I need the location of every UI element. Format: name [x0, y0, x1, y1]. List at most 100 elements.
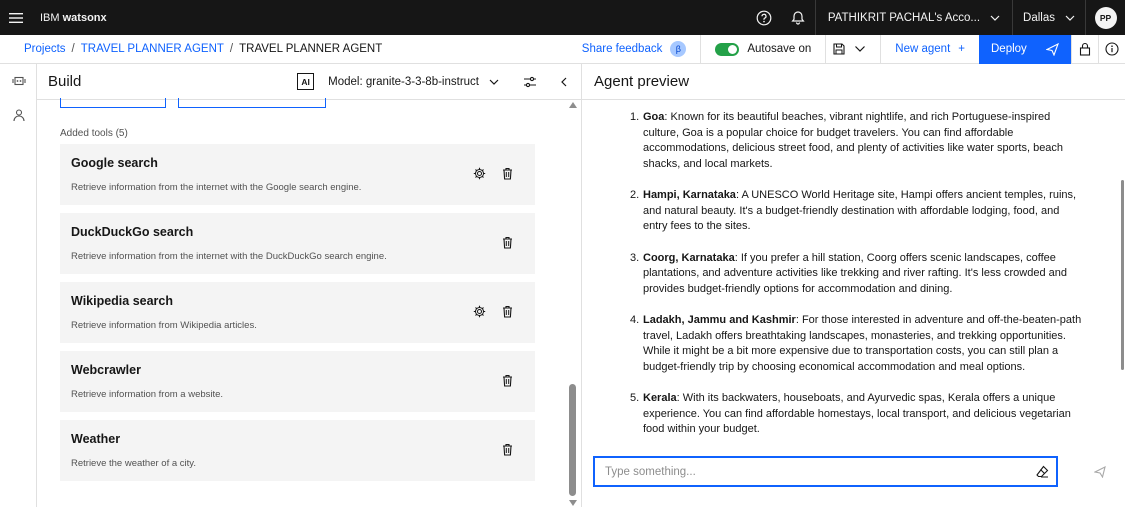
account-switcher[interactable]: PATHIKRIT PACHAL's Acco... [814, 0, 1012, 35]
list-number: 4. [630, 314, 640, 326]
chevron-down-icon [489, 79, 499, 85]
breadcrumb-projects[interactable]: Projects [24, 43, 66, 55]
sliders-icon[interactable] [513, 64, 547, 100]
project-toolbar: Projects / TRAVEL PLANNER AGENT / TRAVEL… [0, 34, 1125, 64]
share-feedback-label: Share feedback [581, 43, 663, 55]
send-icon [1046, 42, 1059, 56]
chat-scrollbar[interactable] [1119, 100, 1125, 452]
trash-icon[interactable] [499, 303, 515, 319]
deploy-button[interactable]: Deploy [979, 34, 1071, 64]
agent-config-icon[interactable] [0, 64, 37, 98]
tool-description: Retrieve information from the internet w… [71, 182, 362, 193]
scroll-down-arrow[interactable] [569, 500, 577, 506]
beta-badge: β [670, 41, 687, 57]
user-menu[interactable]: PP [1085, 0, 1125, 35]
product-logo[interactable]: IBM watsonx [40, 12, 107, 24]
tool-description: Retrieve information from Wikipedia arti… [71, 320, 257, 331]
scrollbar-thumb[interactable] [569, 384, 576, 496]
list-item: 1. Goa: Known for its beautiful beaches,… [630, 110, 1083, 172]
save-icon[interactable] [832, 42, 846, 56]
build-body: Added tools (5) Google search Retrieve i… [37, 98, 581, 507]
eraser-icon[interactable] [1028, 458, 1056, 485]
account-name: PATHIKRIT PACHAL's Acco... [827, 11, 981, 24]
gear-icon[interactable] [471, 165, 487, 181]
build-scrollbar[interactable] [567, 100, 581, 507]
info-icon[interactable] [1098, 34, 1125, 64]
top-navigation-bar: IBM watsonx PATHIKRIT PACHAL's Acco... D… [0, 0, 1125, 35]
model-selector[interactable]: Model: granite-3-3-8b-instruct [328, 76, 513, 88]
region-name: Dallas [1023, 11, 1055, 24]
tool-description: Retrieve information from the internet w… [71, 251, 387, 262]
tool-description: Retrieve information from a website. [71, 389, 224, 400]
chat-composer [593, 456, 1058, 487]
bell-icon[interactable] [781, 0, 815, 35]
trash-icon[interactable] [499, 372, 515, 388]
tool-card-webcrawler[interactable]: Webcrawler Retrieve information from a w… [60, 351, 535, 412]
tool-name: DuckDuckGo search [71, 225, 194, 239]
chevron-down-icon[interactable] [854, 45, 866, 53]
left-rail [0, 64, 37, 507]
deploy-label: Deploy [991, 43, 1027, 55]
tool-card-google-search[interactable]: Google search Retrieve information from … [60, 144, 535, 205]
scroll-up-arrow[interactable] [569, 102, 577, 108]
breadcrumb: Projects / TRAVEL PLANNER AGENT / TRAVEL… [0, 43, 382, 55]
chevron-left-icon[interactable] [547, 64, 581, 100]
tool-name: Webcrawler [71, 363, 141, 377]
ai-badge: AI [297, 73, 315, 90]
tool-card-weather[interactable]: Weather Retrieve the weather of a city. [60, 420, 535, 481]
list-number: 2. [630, 189, 640, 201]
trash-icon[interactable] [499, 234, 515, 250]
breadcrumb-project[interactable]: TRAVEL PLANNER AGENT [81, 43, 224, 55]
tool-name: Weather [71, 432, 121, 446]
destination-name: Ladakh, Jammu and Kashmir [643, 314, 796, 326]
destination-description: : With its backwaters, houseboats, and A… [643, 392, 1071, 435]
chevron-down-icon [990, 15, 1000, 21]
breadcrumb-separator: / [229, 43, 234, 55]
brand-product: watsonx [62, 11, 107, 24]
preview-title: Agent preview [582, 64, 1125, 100]
tool-name: Wikipedia search [71, 294, 174, 308]
chevron-down-icon [1065, 15, 1075, 21]
toggle-switch[interactable] [715, 42, 740, 56]
trash-icon[interactable] [499, 165, 515, 181]
trash-icon[interactable] [499, 441, 515, 457]
send-icon[interactable] [1088, 459, 1112, 485]
agent-response-list: 1. Goa: Known for its beautiful beaches,… [630, 110, 1083, 452]
help-icon[interactable] [747, 0, 781, 35]
hamburger-menu-icon[interactable] [0, 0, 32, 35]
build-panel: Build AI Model: granite-3-3-8b-instruct … [37, 64, 582, 507]
tool-card-duckduckgo-search[interactable]: DuckDuckGo search Retrieve information f… [60, 213, 535, 274]
list-item: 5. Kerala: With its backwaters, houseboa… [630, 391, 1083, 438]
new-agent-button[interactable]: New agent + [880, 34, 979, 64]
destination-description: : Known for its beautiful beaches, vibra… [643, 111, 1064, 170]
breadcrumb-current: TRAVEL PLANNER AGENT [239, 43, 383, 55]
tool-description: Retrieve the weather of a city. [71, 458, 196, 469]
share-feedback-link[interactable]: Share feedback β [582, 41, 701, 57]
list-item: 3. Coorg, Karnataka: If you prefer a hil… [630, 251, 1083, 298]
chat-transcript: 1. Goa: Known for its beautiful beaches,… [582, 100, 1125, 452]
user-profile-icon[interactable] [0, 98, 37, 132]
tool-name: Google search [71, 156, 158, 170]
region-switcher[interactable]: Dallas [1012, 0, 1085, 35]
list-number: 3. [630, 251, 640, 264]
tool-card-wikipedia-search[interactable]: Wikipedia search Retrieve information fr… [60, 282, 535, 343]
autosave-label: Autosave on [747, 43, 812, 55]
save-menu-button[interactable] [825, 34, 880, 64]
destination-name: Goa [643, 111, 665, 123]
partial-button[interactable] [60, 98, 166, 108]
model-label: Model: granite-3-3-8b-instruct [328, 75, 479, 88]
autosave-toggle[interactable]: Autosave on [700, 34, 825, 64]
list-item: 4. Ladakh, Jammu and Kashmir: For those … [630, 313, 1083, 375]
destination-name: Coorg, Karnataka [643, 251, 735, 264]
message-input[interactable] [595, 458, 1028, 485]
build-header: Build AI Model: granite-3-3-8b-instruct [37, 64, 581, 100]
build-title: Build [48, 73, 82, 90]
partial-button[interactable] [178, 98, 326, 108]
scrollbar-thumb[interactable] [1121, 180, 1124, 370]
gear-icon[interactable] [471, 303, 487, 319]
destination-name: Hampi, Karnataka [643, 189, 736, 201]
destination-name: Kerala [643, 392, 677, 404]
lock-icon[interactable] [1071, 34, 1098, 64]
list-number: 1. [630, 111, 640, 123]
agent-preview-panel: Agent preview 1. Goa: Known for its beau… [582, 64, 1125, 507]
